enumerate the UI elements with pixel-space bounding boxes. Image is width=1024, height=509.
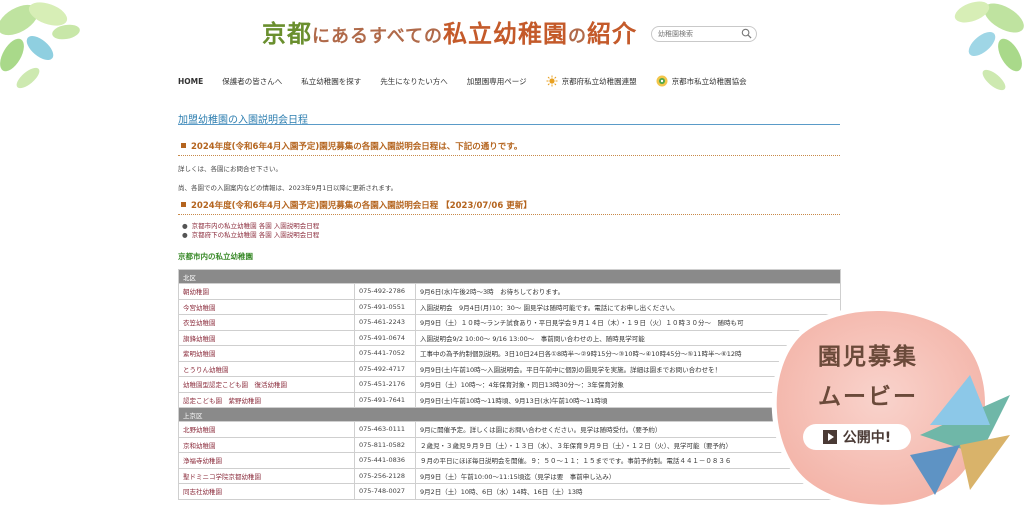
kindergarten-name-link[interactable]: とうりん幼稚園 (178, 360, 355, 377)
kindergarten-name-link[interactable]: 同志社幼稚園 (178, 483, 355, 500)
phone-number: 075-461-2243 (354, 314, 416, 331)
search-icon[interactable] (741, 28, 752, 39)
sun-logo-icon (546, 75, 558, 87)
nav-city-association[interactable]: 京都市私立幼稚園協会 (656, 75, 747, 87)
link-city-kindergartens[interactable]: ● 京都市内の私立幼稚園 各園 入園説明会日程 (182, 222, 319, 231)
table-row: 衣笠幼稚園 075-461-2243 9月9日（土）１０時～ランチ試食あり・平日見学… (178, 314, 842, 331)
phone-number: 075-492-2786 (354, 283, 416, 300)
kindergarten-name-link[interactable]: 浄福寺幼稚園 (178, 452, 355, 469)
kindergarten-name-link[interactable]: 聖ドミニコ学院京都幼稚園 (178, 467, 355, 484)
table-row: 今宮幼稚園 075-491-0551 入園説明会 9月4日(月)10：30～ 園見学… (178, 298, 842, 315)
district-band: 北区 (177, 269, 842, 284)
square-bullet-icon (181, 202, 186, 207)
play-icon (822, 430, 837, 444)
section-heading-updated: 2024年度(令和6年4月入園予定)園児募集の各園入園説明会日程 【2023/0… (178, 199, 840, 215)
phone-number: 075-492-4717 (354, 360, 416, 377)
table-row: 紫明幼稚園 075-441-7052 工事中の為予約制個別説明。3日10日24日各①… (178, 345, 842, 362)
district-band: 上京区 (177, 407, 842, 422)
phone-number: 075-811-0582 (354, 436, 416, 453)
table-row: 同志社幼稚園 075-748-0027 9月2日（土）10時、6日（水）14時、16… (178, 483, 842, 500)
section-heading-schedule: 2024年度(令和6年4月入園予定)園児募集の各園入園説明会日程は、下記の通りで… (178, 140, 840, 156)
schedule-table: 北区 朝幼稚園 075-492-2786 9月6日(水)午後2時～3時 お待ちしており… (177, 269, 842, 500)
kindergarten-name-link[interactable]: 幼稚園型認定こども園 復活幼稚園 (178, 376, 355, 393)
phone-number: 075-491-0674 (354, 329, 416, 346)
banner-text: 園児募集 ムービー (818, 344, 918, 410)
phone-number: 075-441-0836 (354, 452, 416, 469)
phone-number: 075-463-0111 (354, 421, 416, 438)
table-row: 旗鋒幼稚園 075-491-0674 入園説明会9/2 10:00～ 9/16 13… (178, 329, 842, 346)
city-kindergartens-heading: 京都市内の私立幼稚園 (178, 252, 253, 261)
phone-number: 075-451-2176 (354, 376, 416, 393)
district-label: 上京区 (177, 407, 842, 422)
link-prefecture-kindergartens[interactable]: ● 京都府下の私立幼稚園 各園 入園説明会日程 (182, 231, 319, 240)
phone-number: 075-491-7641 (354, 391, 416, 408)
table-row: とうりん幼稚園 075-492-4717 9月9日(土)午前10時～入園説明会。平日… (178, 360, 842, 377)
note-contact: 詳しくは、各園にお問合せ下さい。 (178, 165, 282, 173)
table-row: 聖ドミニコ学院京都幼稚園 075-256-2128 9月9日（土）午前10:00～1… (178, 467, 842, 484)
kindergarten-name-link[interactable]: 京和幼稚園 (178, 436, 355, 453)
schedule-info: 9月6日(水)午後2時～3時 お待ちしております。 (414, 283, 842, 300)
main-nav: HOME 保護者の皆さんへ 私立幼稚園を探す 先生になりたい方へ 加盟園専用ペー… (178, 74, 766, 88)
nav-find-kindergarten[interactable]: 私立幼稚園を探す (301, 76, 361, 87)
nav-members-page[interactable]: 加盟園専用ページ (467, 76, 527, 87)
leaf-decoration-left (0, 2, 80, 89)
search-input[interactable] (652, 27, 742, 41)
banner-open-button[interactable]: 公開中! (803, 424, 911, 450)
table-row: 認定こども園 紫野幼稚園 075-491-7641 9月9日(土)午前10時～11時… (178, 391, 842, 408)
search-box (651, 26, 757, 42)
kindergarten-name-link[interactable]: 認定こども園 紫野幼稚園 (178, 391, 355, 408)
kindergarten-name-link[interactable]: 旗鋒幼稚園 (178, 329, 355, 346)
note-update: 尚、各園での入園案内などの情報は、2023年9月1日以降に更新されます。 (178, 184, 398, 192)
phone-number: 075-491-0551 (354, 298, 416, 315)
table-row: 北野幼稚園 075-463-0111 9月に開催予定。詳しくは園にお問い合わせくださ… (178, 421, 842, 438)
site-title[interactable]: 京都にあるすべての私立幼稚園の紹介 (262, 14, 637, 49)
table-row: 幼稚園型認定こども園 復活幼稚園 075-451-2176 9月9日（土）10時～：… (178, 376, 842, 393)
nav-parents[interactable]: 保護者の皆さんへ (222, 76, 282, 87)
phone-number: 075-441-7052 (354, 345, 416, 362)
district-label: 北区 (177, 269, 842, 284)
square-bullet-icon (181, 143, 186, 148)
kindergarten-name-link[interactable]: 衣笠幼稚園 (178, 314, 355, 331)
flower-logo-icon (656, 75, 668, 87)
anchor-links: ● 京都市内の私立幼稚園 各園 入園説明会日程 ● 京都府下の私立幼稚園 各園 入園… (182, 222, 319, 240)
phone-number: 075-748-0027 (354, 483, 416, 500)
nav-become-teacher[interactable]: 先生になりたい方へ (380, 76, 448, 87)
table-row: 京和幼稚園 075-811-0582 ２歳児・３歳児９月９日（土）・１３日（水）、３… (178, 436, 842, 453)
kindergarten-name-link[interactable]: 北野幼稚園 (178, 421, 355, 438)
nav-home[interactable]: HOME (178, 77, 203, 86)
nav-prefecture-federation[interactable]: 京都府私立幼稚園連盟 (546, 75, 637, 87)
leaf-decoration-right (954, 1, 1024, 91)
kindergarten-name-link[interactable]: 紫明幼稚園 (178, 345, 355, 362)
table-row: 浄福寺幼稚園 075-441-0836 ９月の平日にほぼ毎日説明会を開催。９：５０～… (178, 452, 842, 469)
kindergarten-name-link[interactable]: 朝幼稚園 (178, 283, 355, 300)
table-row: 朝幼稚園 075-492-2786 9月6日(水)午後2時～3時 お待ちしております… (178, 283, 842, 300)
heading-divider (178, 124, 840, 125)
kindergarten-name-link[interactable]: 今宮幼稚園 (178, 298, 355, 315)
phone-number: 075-256-2128 (354, 467, 416, 484)
